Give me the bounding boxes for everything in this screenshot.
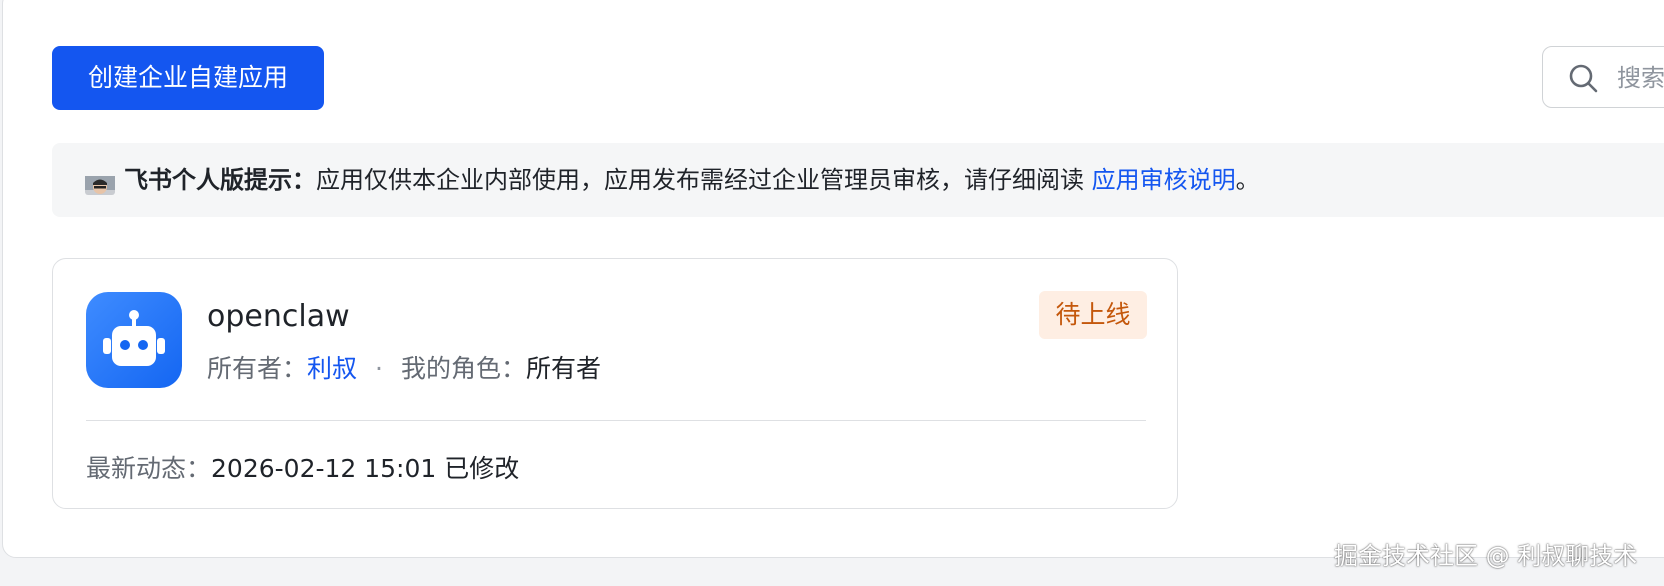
status-badge: 待上线: [1039, 291, 1147, 339]
create-app-button[interactable]: 创建企业自建应用: [52, 46, 324, 110]
owner-label: 所有者：: [207, 354, 308, 383]
card-divider: [86, 420, 1146, 421]
notice-suffix: 。: [1235, 166, 1260, 194]
user-avatar: [85, 163, 115, 195]
role-value: 所有者: [526, 354, 602, 383]
activity-label: 最新动态：: [86, 454, 212, 483]
app-card[interactable]: openclaw 所有者：利叔 · 我的角色：所有者 待上线 最新动态：2026-0…: [52, 258, 1178, 509]
notice-text: 飞书个人版提示：应用仅供本企业内部使用，应用发布需经过企业管理员审核，请仔细阅读…: [124, 143, 1260, 217]
watermark: 掘金技术社区 @ 利叔聊技术: [1334, 542, 1638, 570]
meta-separator: ·: [375, 354, 383, 383]
review-guide-link[interactable]: 应用审核说明: [1092, 166, 1236, 194]
app-meta: 所有者：利叔 · 我的角色：所有者: [207, 349, 601, 385]
notice-title: 飞书个人版提示：: [124, 166, 316, 194]
role-label: 我的角色：: [400, 354, 526, 383]
owner-link[interactable]: 利叔: [307, 354, 357, 383]
app-name: openclaw: [207, 299, 350, 334]
search-box[interactable]: [1542, 46, 1664, 108]
activity-value: 2026-02-12 15:01 已修改: [211, 454, 520, 483]
search-icon: [1569, 64, 1598, 93]
search-input[interactable]: [1615, 57, 1664, 99]
notice-banner: 飞书个人版提示：应用仅供本企业内部使用，应用发布需经过企业管理员审核，请仔细阅读…: [52, 143, 1664, 217]
notice-message: 应用仅供本企业内部使用，应用发布需经过企业管理员审核，请仔细阅读: [316, 166, 1092, 194]
app-activity: 最新动态：2026-02-12 15:01 已修改: [86, 449, 519, 485]
robot-icon: [86, 292, 182, 388]
